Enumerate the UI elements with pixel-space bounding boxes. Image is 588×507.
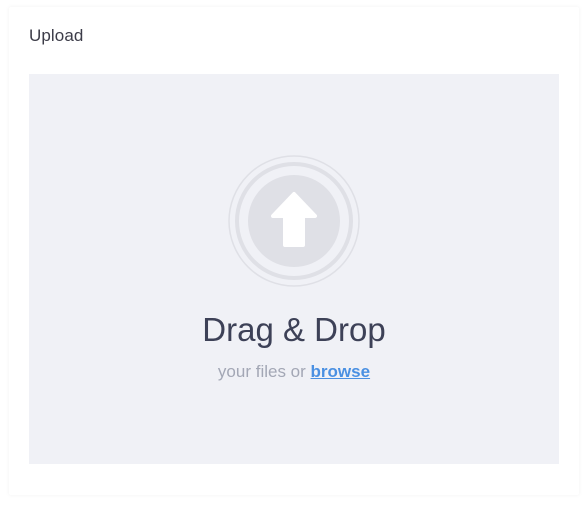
- file-dropzone[interactable]: Drag & Drop your files or browse: [29, 74, 559, 464]
- dropzone-subtitle: your files or browse: [29, 362, 559, 382]
- browse-link[interactable]: browse: [311, 362, 371, 381]
- dropzone-title: Drag & Drop: [202, 311, 386, 348]
- upload-arrow-icon: [228, 155, 360, 287]
- dropzone-subtitle-text: your files or: [217, 362, 306, 381]
- upload-panel: Upload Drag & Drop your files or browse: [9, 7, 579, 495]
- panel-title: Upload: [29, 26, 84, 45]
